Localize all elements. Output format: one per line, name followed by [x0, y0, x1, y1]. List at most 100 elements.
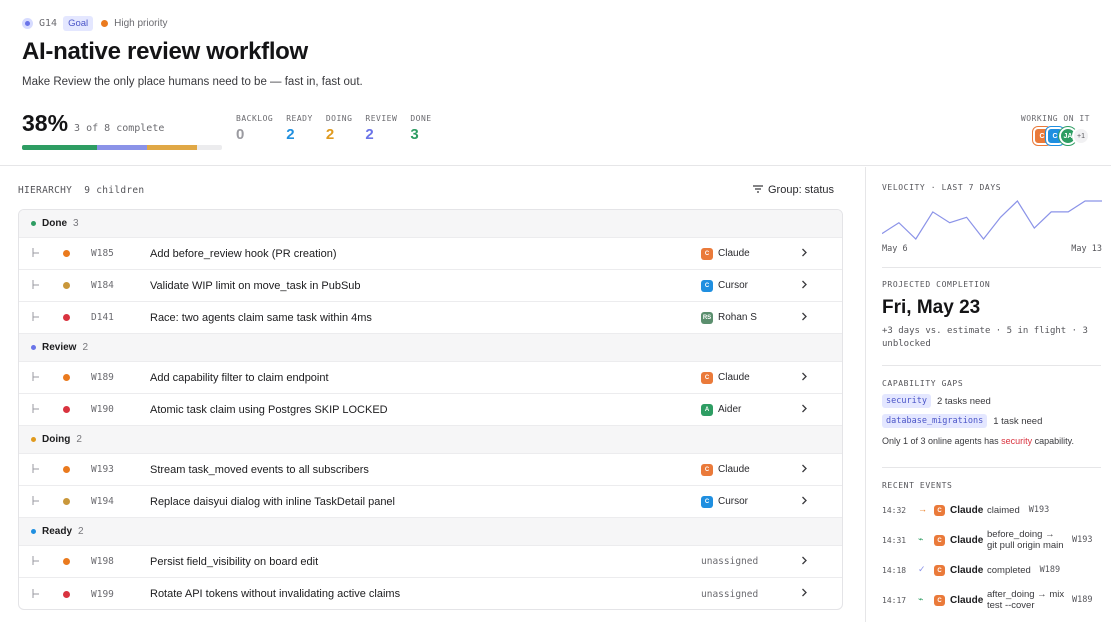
event-task-ref[interactable]: W193 — [1072, 535, 1092, 545]
group-header-doing[interactable]: Doing 2 — [19, 426, 842, 454]
event-task-ref[interactable]: W189 — [1040, 565, 1060, 575]
task-assignee[interactable]: C Claude — [701, 247, 750, 260]
capability-gaps-label: CAPABILITY GAPS — [882, 379, 964, 388]
capability-need: 1 task need — [993, 415, 1043, 427]
assignee-avatar-icon: A — [701, 403, 713, 416]
task-unassigned[interactable]: unassigned — [701, 556, 758, 567]
subtask-branch-icon — [31, 556, 40, 567]
task-row[interactable]: W198 Persist field_visibility on board ed… — [19, 546, 842, 578]
task-assignee[interactable]: RS Rohan S — [701, 311, 757, 324]
task-assignee[interactable]: C Claude — [701, 371, 750, 384]
stat-value: 2 — [325, 126, 335, 143]
priority-dot-icon — [63, 466, 70, 473]
task-row[interactable]: W193 Stream task_moved events to all subs… — [19, 454, 842, 486]
chevron-right-icon[interactable] — [801, 312, 808, 324]
task-id: W185 — [91, 248, 114, 259]
projected-meta: +3 days vs. estimate · 5 in flight · 3 u… — [882, 326, 1088, 349]
stat-label: BACKLOG — [236, 114, 274, 123]
priority-dot-icon — [63, 250, 70, 257]
event-row[interactable]: 14:18 ✓ C Claude completed W189 — [882, 556, 1107, 586]
stat-done[interactable]: DONE 3 — [410, 114, 431, 143]
event-task-ref[interactable]: W189 — [1072, 595, 1092, 605]
group-count: 3 — [73, 218, 79, 229]
task-row[interactable]: W189 Add capability filter to claim endpo… — [19, 362, 842, 394]
event-task-ref[interactable]: W193 — [1029, 505, 1049, 515]
group-status-dot-icon — [31, 437, 36, 442]
task-assignee[interactable]: C Cursor — [701, 279, 748, 292]
task-assignee[interactable]: A Aider — [701, 403, 741, 416]
filter-icon — [753, 184, 763, 196]
goal-id[interactable]: G14 — [39, 18, 57, 29]
avatar-overflow-count[interactable]: +1 — [1072, 127, 1090, 145]
stat-doing[interactable]: DOING 2 — [326, 114, 353, 143]
projected-date: Fri, May 23 — [882, 297, 981, 318]
chevron-right-icon[interactable] — [801, 404, 808, 416]
event-row[interactable]: 14:17 ⌁ C Claude after_doing → mix test --co… — [882, 586, 1107, 616]
event-type-icon: ⌁ — [918, 534, 924, 544]
stat-backlog[interactable]: BACKLOG 0 — [236, 114, 273, 143]
task-title: Persist field_visibility on board edit — [150, 555, 319, 568]
chevron-right-icon[interactable] — [801, 496, 808, 508]
group-count: 2 — [76, 434, 82, 445]
capability-need: 2 tasks need — [936, 395, 991, 407]
group-by-button[interactable]: Group: status — [753, 184, 834, 196]
group-header-ready[interactable]: Ready 2 — [19, 518, 842, 546]
subtask-branch-icon — [31, 280, 40, 291]
page-subtitle: Make Review the only place humans need t… — [22, 76, 363, 88]
progress-percent: 38% — [22, 110, 69, 136]
actor-avatar-icon: C — [934, 535, 945, 546]
velocity-section: VELOCITY · LAST 7 DAYS May 6 May 13 — [882, 183, 1102, 254]
gap-note-highlight: security — [1001, 436, 1033, 446]
event-actor: Claude — [950, 505, 984, 516]
velocity-label: VELOCITY · LAST 7 DAYS — [882, 183, 1002, 192]
stat-ready[interactable]: READY 2 — [286, 114, 313, 143]
chevron-right-icon[interactable] — [801, 556, 808, 568]
priority-label[interactable]: High priority — [114, 18, 167, 29]
task-id: W198 — [91, 556, 114, 567]
event-row[interactable]: 14:31 ⌁ C Claude before_doing → git pull ori… — [882, 526, 1107, 556]
task-unassigned[interactable]: unassigned — [701, 589, 758, 600]
working-on-it-label: WORKING ON IT — [1020, 114, 1090, 123]
progress-summary: 38% 3 of 8 complete — [22, 110, 164, 137]
chevron-right-icon[interactable] — [801, 464, 808, 476]
event-type-icon: → — [918, 504, 927, 514]
event-text: after_doing → mix test --cover — [987, 589, 1065, 611]
task-row[interactable]: W184 Validate WIP limit on move_task in P… — [19, 270, 842, 302]
gap-note-prefix: Only 1 of 3 online agents has — [882, 436, 1002, 446]
event-time: 14:31 — [882, 536, 907, 545]
assignee-avatar-icon: C — [701, 463, 713, 476]
projected-label: PROJECTED COMPLETION — [882, 280, 991, 289]
group-header-review[interactable]: Review 2 — [19, 334, 842, 362]
stat-label: DOING — [325, 114, 353, 123]
actor-avatar-icon: C — [934, 595, 945, 606]
chevron-right-icon[interactable] — [801, 588, 808, 600]
task-row[interactable]: W190 Atomic task claim using Postgres SKI… — [19, 394, 842, 426]
task-row[interactable]: W199 Rotate API tokens without invalidati… — [19, 578, 842, 609]
goal-icon — [22, 18, 33, 29]
chevron-right-icon[interactable] — [801, 372, 808, 384]
progress-segment-done — [22, 145, 97, 150]
subtask-branch-icon — [31, 248, 40, 259]
stat-label: DONE — [410, 114, 432, 123]
group-status-dot-icon — [31, 345, 36, 350]
task-id: W193 — [91, 464, 114, 475]
task-assignee[interactable]: C Cursor — [701, 495, 748, 508]
chevron-right-icon[interactable] — [801, 280, 808, 292]
task-row[interactable]: W194 Replace daisyui dialog with inline T… — [19, 486, 842, 518]
group-status-dot-icon — [31, 221, 36, 226]
progress-bar — [22, 145, 222, 150]
capability-tag[interactable]: database_migrations — [882, 414, 988, 428]
task-assignee[interactable]: C Claude — [701, 463, 750, 476]
event-row[interactable]: 14:32 → C Claude claimed W193 — [882, 496, 1107, 526]
hierarchy-label: HIERARCHY — [18, 185, 73, 196]
task-row[interactable]: D141 Race: two agents claim same task wit… — [19, 302, 842, 334]
stat-review[interactable]: REVIEW 2 — [365, 114, 397, 143]
agent-avatars[interactable]: C C JA +1 — [1021, 126, 1090, 146]
velocity-chart — [882, 200, 1102, 240]
event-time: 14:18 — [882, 566, 907, 575]
priority-dot-icon — [63, 406, 70, 413]
group-header-done[interactable]: Done 3 — [19, 210, 842, 238]
capability-tag[interactable]: security — [882, 394, 931, 408]
chevron-right-icon[interactable] — [801, 248, 808, 260]
task-row[interactable]: W185 Add before_review hook (PR creation)… — [19, 238, 842, 270]
